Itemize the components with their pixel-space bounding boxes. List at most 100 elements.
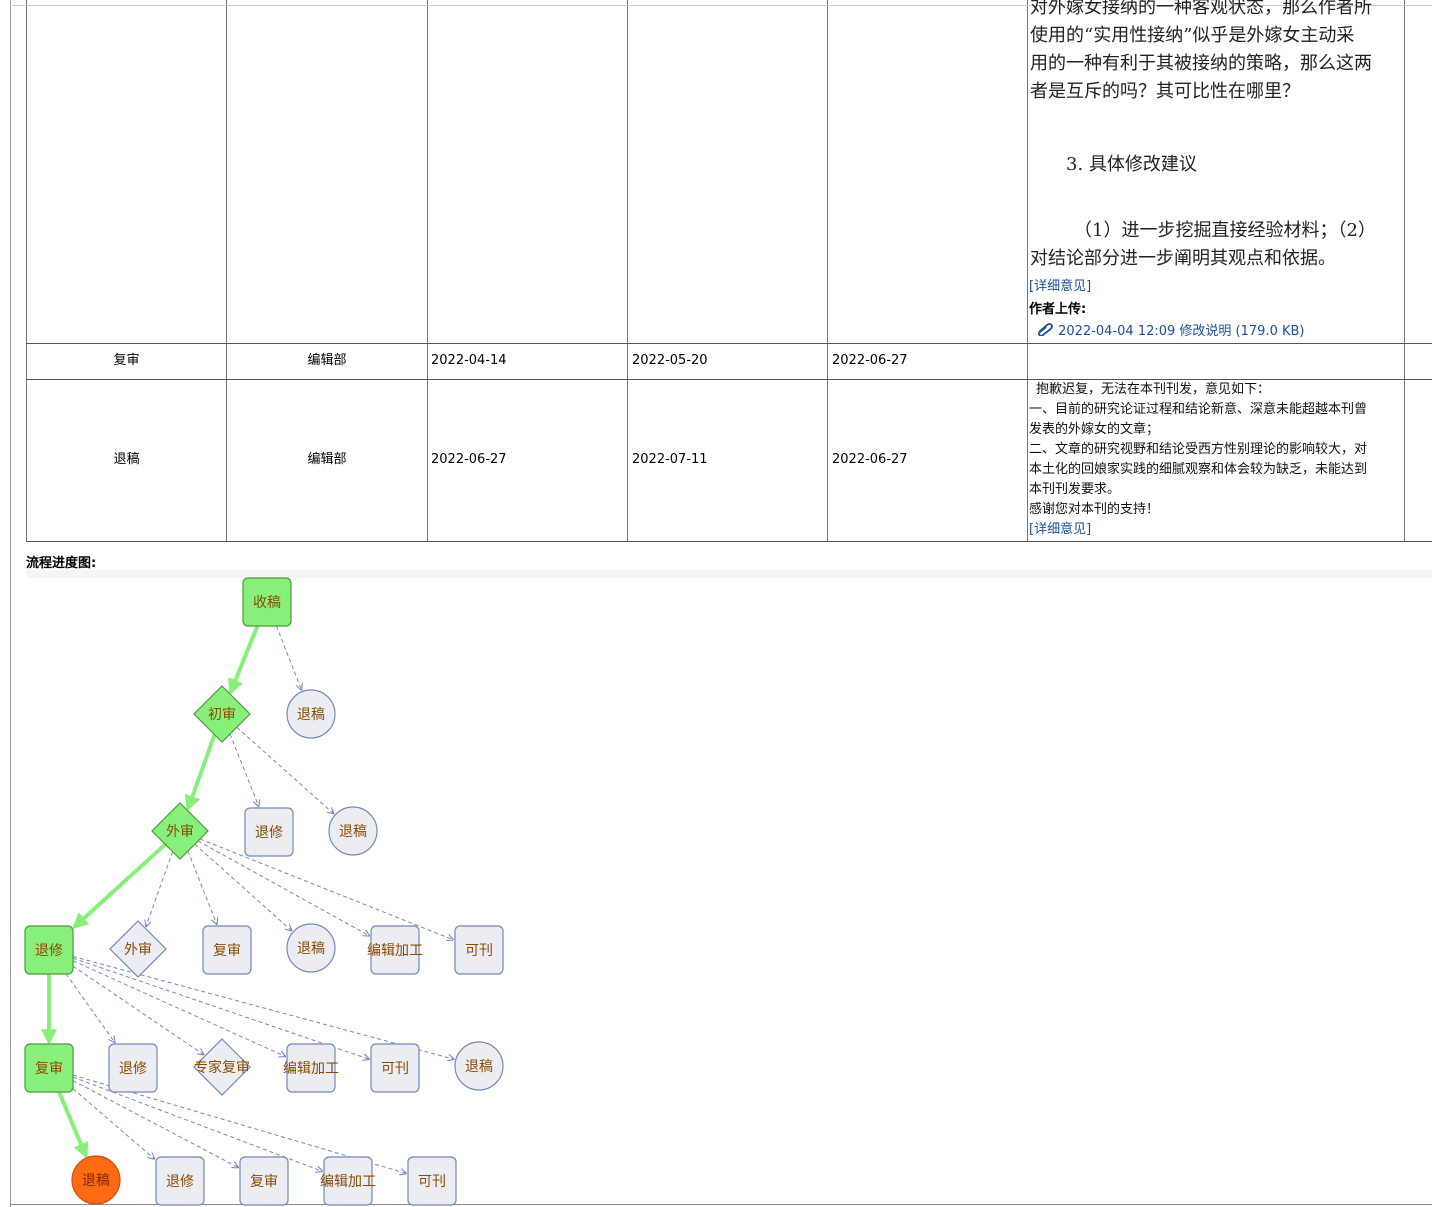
- flow-node-label: 退修: [255, 825, 283, 841]
- flow-node: 退稿: [328, 806, 378, 856]
- flow-node-shape: [151, 802, 209, 860]
- stage-cell: 复审: [113, 353, 140, 368]
- flow-node-shape: [109, 920, 167, 978]
- date-cell: 2022-07-11: [632, 452, 708, 467]
- flow-option-arrow: [236, 726, 334, 813]
- flow-node-label: 初审: [208, 706, 236, 723]
- flow-node: 外审: [151, 802, 209, 860]
- flow-header-band: [26, 570, 1432, 578]
- flow-option-arrow: [197, 840, 369, 936]
- flow-option-arrow: [199, 838, 453, 940]
- flow-node-label: 编辑加工: [320, 1174, 376, 1190]
- table-col-line: [827, 0, 828, 542]
- flow-main-arrow: [184, 733, 217, 812]
- flow-node-label: 退修: [119, 1061, 147, 1077]
- suggestion-line: 对结论部分进一步阐明其观点和依据。: [1030, 248, 1336, 269]
- flow-node-shape: [328, 806, 378, 856]
- flow-node-shape: [202, 925, 252, 975]
- flow-node-label: 退稿: [82, 1173, 110, 1189]
- flow-option-arrow: [72, 955, 454, 1059]
- flow-node-shape: [24, 925, 74, 975]
- flow-option-arrow: [275, 625, 301, 690]
- flow-node: 编辑加工: [320, 1156, 376, 1206]
- table-col-line: [1027, 0, 1028, 542]
- flow-node-shape: [286, 689, 336, 739]
- flow-node: 退稿: [71, 1155, 121, 1205]
- date-cell: 2022-06-27: [832, 452, 908, 467]
- flow-node: 专家复审: [193, 1038, 251, 1096]
- flow-node-label: 编辑加工: [367, 943, 423, 959]
- flow-node-shape: [242, 577, 292, 627]
- flow-node: 退修: [155, 1156, 205, 1206]
- table-bottom-line: [26, 541, 1432, 542]
- flow-node-shape: [454, 925, 504, 975]
- flow-node-shape: [155, 1156, 205, 1206]
- flow-option-arrow: [72, 1088, 154, 1159]
- flow-node-shape: [407, 1156, 457, 1206]
- flow-node-shape: [193, 685, 251, 743]
- flow-node: 初审: [193, 685, 251, 743]
- flow-node: 复审: [24, 1043, 74, 1093]
- detail-opinion-link[interactable]: [详细意见]: [1029, 522, 1091, 537]
- date-cell: 2022-04-14: [431, 353, 507, 368]
- review-line: 对外嫁女接纳的一种客观状态，那么作者所: [1030, 0, 1372, 18]
- review-line: 使用的“实用性接纳”似乎是外嫁女主动采: [1030, 25, 1355, 46]
- flow-node-label: 收稿: [253, 595, 281, 611]
- paperclip-icon: [1036, 322, 1054, 341]
- flow-option-arrow: [146, 851, 174, 927]
- flow-node-label: 退稿: [465, 1059, 493, 1075]
- date-cell: 2022-06-27: [832, 353, 908, 368]
- suggestion-paragraph: （1）进一步挖掘直接经验材料；（2） 对结论部分进一步阐明其观点和依据。: [1030, 217, 1402, 273]
- opinion-line: 本土化的回娘家实践的细腻观察和体会较为缺乏，未能达到: [1029, 462, 1368, 477]
- author-upload-label: 作者上传:: [1029, 302, 1087, 317]
- flow-node: 退稿: [454, 1041, 504, 1091]
- opinion-line: 抱歉迟复，无法在本刊刊发，意见如下：: [1036, 382, 1271, 397]
- flow-title: 流程进度图:: [26, 556, 97, 571]
- suggestion-heading: 3. 具体修改建议: [1066, 154, 1197, 175]
- opinion-line: 本刊刊发要求。: [1029, 482, 1121, 497]
- flow-node-label: 退修: [166, 1174, 194, 1190]
- review-paragraph: 对外嫁女接纳的一种客观状态，那么作者所 使用的“实用性接纳”似乎是外嫁女主动采 …: [1030, 0, 1402, 106]
- flow-node-shape: [244, 807, 294, 857]
- opinion-line: 感谢您对本刊的支持！: [1029, 502, 1160, 517]
- flow-main-arrow: [72, 842, 167, 930]
- flow-main-arrow: [228, 625, 260, 696]
- page-bottom-line: [10, 1204, 1432, 1205]
- attachment-link[interactable]: 2022-04-04 12:09 修改说明 (179.0 KB): [1058, 324, 1304, 339]
- flow-node-shape: [323, 1156, 373, 1206]
- opinion-line: 二、文章的研究视野和结论受西方性别理论的影响较大，对: [1029, 442, 1368, 457]
- flow-option-arrow: [72, 965, 204, 1054]
- flow-node-label: 复审: [35, 1060, 63, 1077]
- date-cell: 2022-06-27: [431, 452, 507, 467]
- detail-opinion-link[interactable]: [详细意见]: [1029, 279, 1091, 295]
- flow-option-arrow: [72, 957, 369, 1059]
- flow-node-label: 退稿: [339, 824, 367, 840]
- table-col-line: [627, 0, 628, 542]
- flow-node-label: 复审: [213, 942, 241, 959]
- flow-node-shape: [239, 1156, 289, 1206]
- flow-node-label: 退稿: [297, 941, 325, 957]
- review-line: 者是互斥的吗？其可比性在哪里？: [1030, 81, 1300, 102]
- flow-node: 编辑加工: [283, 1043, 339, 1093]
- flow-node-shape: [454, 1041, 504, 1091]
- flow-node-shape: [370, 1043, 420, 1093]
- flow-node-label: 复审: [250, 1173, 278, 1190]
- department-cell: 编辑部: [307, 353, 347, 368]
- flow-option-arrow: [72, 1076, 322, 1171]
- suggestion-line: （1）进一步挖掘直接经验材料；（2）: [1074, 220, 1376, 241]
- flow-node-label: 退稿: [297, 707, 325, 723]
- flow-node: 外审: [109, 920, 167, 978]
- flow-node-shape: [286, 1043, 336, 1093]
- flow-option-arrow: [187, 850, 217, 924]
- flow-main-arrow: [57, 1091, 89, 1159]
- attachment-item[interactable]: 2022-04-04 12:09 修改说明 (179.0 KB): [1036, 322, 1305, 341]
- flow-node: 可刊: [370, 1043, 420, 1093]
- flow-node-label: 可刊: [381, 1061, 409, 1077]
- flow-node-shape: [193, 1038, 251, 1096]
- flow-node-label: 编辑加工: [283, 1061, 339, 1077]
- flow-node-shape: [24, 1043, 74, 1093]
- flow-option-arrow: [72, 1080, 238, 1168]
- flow-node: 收稿: [242, 577, 292, 627]
- flow-node-label: 专家复审: [194, 1059, 250, 1076]
- flow-option-arrow: [72, 960, 285, 1057]
